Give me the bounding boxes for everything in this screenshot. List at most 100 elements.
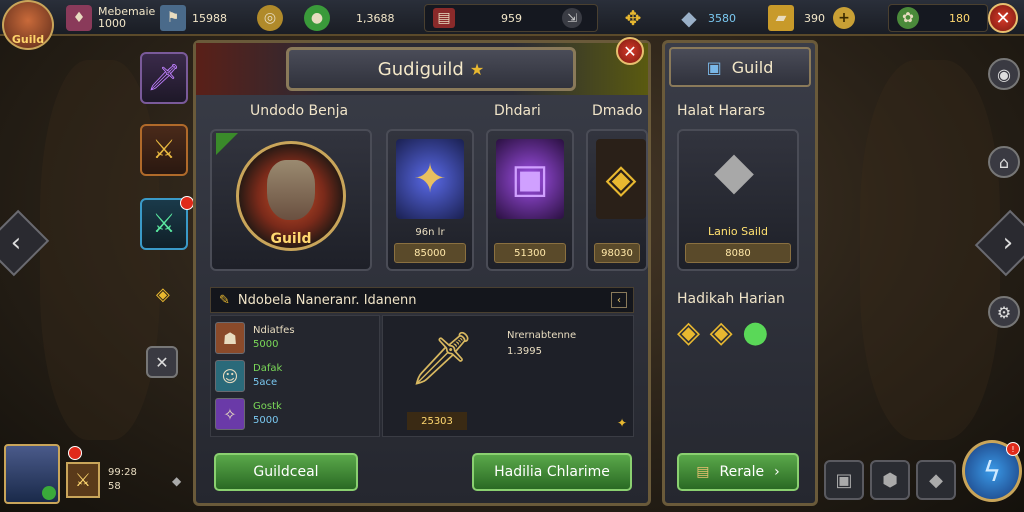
- quest-name: Dafak: [253, 363, 283, 374]
- leaf-icon: ✿: [897, 7, 919, 29]
- guild-deal-button[interactable]: Guildceal: [214, 453, 358, 491]
- resource-crystal-value: 3580: [708, 11, 736, 25]
- guild-shop-panel: Gudiguild ★ ✕ Undodo Benja Dhdari Dmado …: [193, 37, 651, 506]
- status-badge: [42, 486, 56, 500]
- list-item[interactable]: ✧ Gostk 5000: [215, 398, 282, 430]
- chest-icon: ▣: [496, 139, 564, 219]
- resource-leaf: ✿ 180: [888, 4, 988, 32]
- add-gold-button[interactable]: +: [833, 7, 855, 29]
- rock-icon: ◆: [929, 469, 943, 491]
- new-badge: [216, 133, 238, 155]
- crystal-icon: ◆: [681, 6, 697, 30]
- guild-side-panel: ▣ Guild Halat Harars ◆ Lanio Saild 8080 …: [662, 40, 818, 506]
- equipped-item[interactable]: ⚔: [66, 462, 100, 498]
- close-button[interactable]: ✕: [988, 3, 1018, 33]
- shop-item-3[interactable]: ◈ 98030: [586, 129, 648, 271]
- resource-energy: ● 1,3688: [304, 4, 395, 32]
- book-icon: ▤: [433, 8, 455, 28]
- navigation-icon[interactable]: ⇲: [562, 8, 582, 28]
- home-icon[interactable]: ⌂: [988, 146, 1020, 178]
- quest-list: ☗ Ndiatfes 5000 ☺ Dafak 5ace ✧ Gostk 500…: [210, 315, 380, 437]
- hero-portrait-button[interactable]: [4, 444, 60, 504]
- sidebar-item-weapon-gold[interactable]: ⚔: [140, 124, 188, 176]
- quest-reward: 5000: [253, 339, 279, 350]
- coin-icon[interactable]: ◎: [257, 5, 283, 31]
- challenge-button[interactable]: Hadilia Chlarime: [472, 453, 632, 491]
- resource-gold-bar-value: 390: [804, 11, 825, 25]
- star-icon: ✦: [616, 416, 627, 430]
- scroll-icon: ▤: [696, 464, 710, 480]
- flag-icon: ⚑: [160, 5, 186, 31]
- top-bar: ♦ Mebemaie 1000 ⚑ 15988 ◎ ● 1,3688 ▤ 959…: [0, 0, 1024, 36]
- shop-item-2[interactable]: ▣ 51300: [486, 129, 574, 271]
- side-panel-title-text: Guild: [731, 57, 774, 77]
- quest-name: Ndiatfes: [253, 325, 295, 336]
- shop-item-price: 51300: [494, 243, 566, 263]
- sword-icon: ⚔: [152, 135, 176, 165]
- chest-icon: ▣: [706, 57, 722, 77]
- settings-icon[interactable]: ⚙: [988, 296, 1020, 328]
- treasure-icon[interactable]: ◈: [156, 284, 170, 305]
- camera-icon[interactable]: ◉: [988, 58, 1020, 90]
- inventory-slot-3[interactable]: ◆: [916, 460, 956, 500]
- side-heading-1: Halat Harars: [677, 103, 766, 119]
- treasure-icon: ◈ ◈ ●: [677, 315, 769, 350]
- quest-thumb-icon: ☗: [215, 322, 245, 354]
- side-offer-price: 8080: [685, 243, 791, 263]
- inventory-slot-2[interactable]: ⬢: [870, 460, 910, 500]
- gold-bar-icon: ▰: [768, 5, 794, 31]
- resource-energy-value: 1,3688: [356, 11, 395, 25]
- lightning-icon: ϟ: [982, 454, 1002, 488]
- notification-badge: [180, 196, 194, 210]
- sword-icon: 🗡: [409, 329, 476, 389]
- side-offer-card[interactable]: ◆ Lanio Saild 8080: [677, 129, 799, 271]
- gold-cubes-icon: ◈: [596, 139, 646, 219]
- detail-price: 25303: [407, 412, 467, 430]
- quest-name: Gostk: [253, 401, 282, 412]
- bottom-info-line: 58: [108, 481, 121, 492]
- panel-title: Gudiguild ★: [286, 47, 576, 91]
- list-item[interactable]: ☗ Ndiatfes 5000: [215, 322, 295, 354]
- quest-detail: 🗡 25303 Nrernabtenne 1.3995 ✦: [382, 315, 634, 437]
- resource-gold: ⚑ 15988 ◎: [160, 4, 283, 32]
- quest-reward: 5ace: [253, 377, 278, 388]
- notification-badge: [68, 446, 82, 460]
- sidebar-item-weapon-purple[interactable]: 🗡: [140, 52, 188, 104]
- cube-icon: ▣: [835, 469, 853, 491]
- resource-leaf-value: 180: [949, 11, 970, 25]
- column-heading-3: Dmado: [592, 103, 643, 119]
- notification-badge: !: [1006, 442, 1020, 456]
- side-heading-2: Hadikah Harian: [677, 291, 785, 307]
- resource-gold-bar: ▰ 390 +: [768, 4, 855, 32]
- shop-item-price: 85000: [394, 243, 466, 263]
- quest-thumb-icon: ✧: [215, 398, 245, 430]
- detail-line: Nrernabtenne: [507, 330, 577, 341]
- featured-label: Guild: [270, 231, 312, 247]
- guild-crest[interactable]: ✥: [620, 4, 646, 32]
- shop-item-1[interactable]: ✦ 96n lr 85000: [386, 129, 474, 271]
- list-item[interactable]: ☺ Dafak 5ace: [215, 360, 282, 392]
- quest-thumb-icon: ☺: [215, 360, 245, 392]
- shop-item-price: 98030: [594, 243, 640, 263]
- inventory-slot-1[interactable]: ▣: [824, 460, 864, 500]
- featured-guild-card[interactable]: Guild: [210, 129, 372, 271]
- sword-icon: ⚔: [74, 469, 92, 491]
- diamond-icon[interactable]: ◆: [172, 474, 181, 488]
- scroll-icon: ✎: [219, 292, 230, 308]
- player-info: ♦ Mebemaie 1000: [66, 4, 155, 32]
- side-panel-title: ▣ Guild: [669, 47, 811, 87]
- background-tree: [40, 60, 160, 440]
- rerale-button[interactable]: ▤ Rerale ›: [677, 453, 799, 491]
- panel-title-text: Gudiguild: [377, 58, 464, 80]
- hexagon-icon: ⬢: [882, 469, 898, 491]
- collapse-icon[interactable]: ‹: [611, 292, 627, 308]
- resource-book: ▤ 959 ⇲: [424, 4, 598, 32]
- blade-icon: ⚔: [152, 209, 176, 239]
- resource-crystal: ◆ 3580: [676, 4, 736, 32]
- chevron-right-icon: ›: [774, 464, 780, 480]
- rerale-button-label: Rerale: [719, 464, 765, 480]
- panel-close-button[interactable]: ✕: [616, 37, 644, 65]
- chevron-left-icon: ‹: [10, 228, 22, 258]
- player-avatar[interactable]: Guild: [2, 0, 54, 50]
- crossed-swords-icon[interactable]: ✕: [146, 346, 178, 378]
